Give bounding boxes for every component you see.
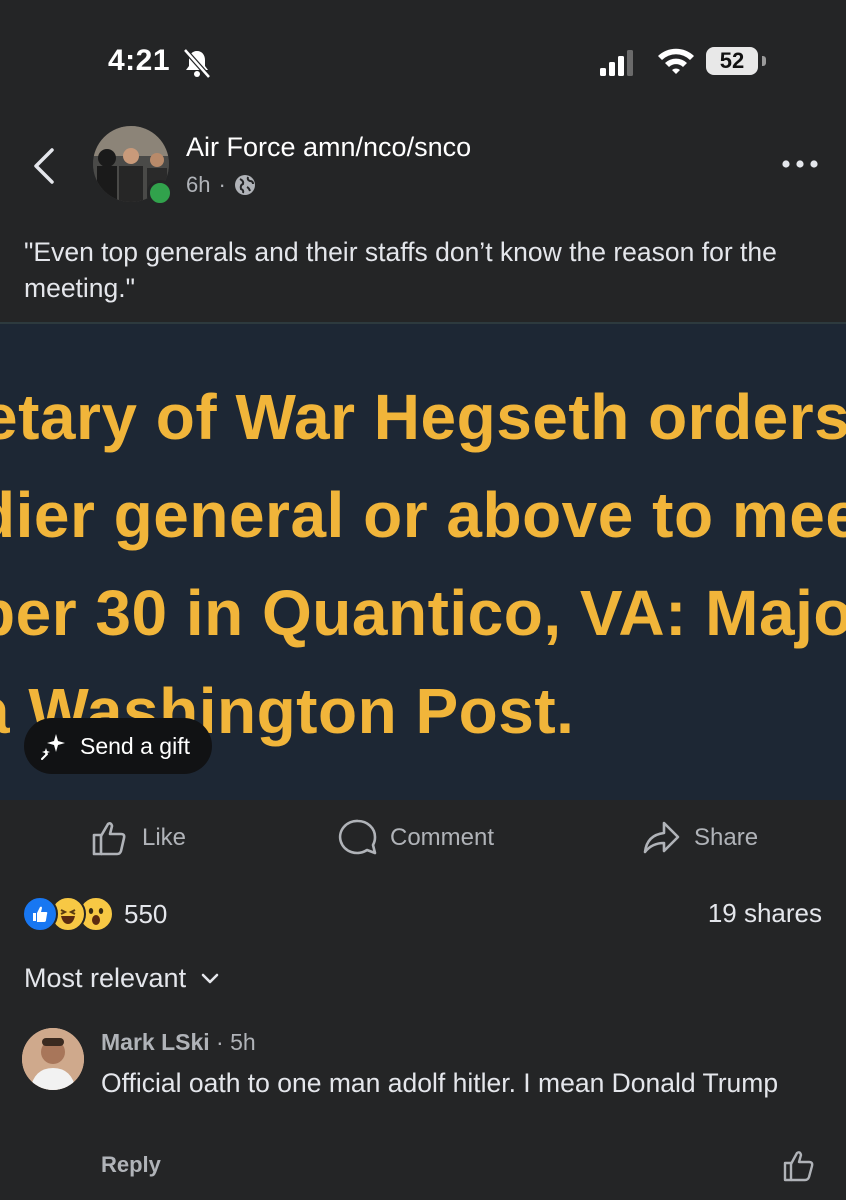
comment-age: 5h xyxy=(230,1029,256,1055)
comment-label: Comment xyxy=(390,824,495,851)
comment-header: Mark LSki · 5h xyxy=(101,1029,256,1056)
battery-tip xyxy=(762,56,766,66)
thumbs-up-icon xyxy=(92,822,126,856)
comment-text: Official oath to one man adolf hitler. I… xyxy=(101,1068,779,1098)
gift-sparkle-icon xyxy=(41,734,65,760)
comment-separator: · xyxy=(216,1029,224,1055)
status-time: 4:21 xyxy=(108,44,171,77)
facebook-post-screen: 4:21 52 Air Force amn/nco/snco 6h · "Eve… xyxy=(0,0,846,1200)
group-name[interactable]: Air Force amn/nco/snco xyxy=(186,132,471,163)
image-text-line: etary of War Hegseth orders al xyxy=(0,381,846,453)
like-button[interactable]: Like xyxy=(90,810,186,866)
more-options-icon[interactable] xyxy=(778,152,822,176)
reply-button[interactable]: Reply xyxy=(101,1152,161,1178)
sort-label: Most relevant xyxy=(24,963,187,993)
meta-separator: · xyxy=(218,172,226,197)
comment-button[interactable]: Comment xyxy=(338,810,494,866)
share-label: Share xyxy=(694,824,759,851)
share-count[interactable]: 19 shares xyxy=(708,898,822,929)
comment-author[interactable]: Mark LSki xyxy=(101,1029,210,1055)
back-chevron-icon[interactable] xyxy=(30,146,60,186)
post-action-bar: Like Comment Share xyxy=(0,810,846,866)
commenter-avatar[interactable] xyxy=(22,1028,84,1090)
comment-like-icon[interactable] xyxy=(782,1148,818,1184)
status-bar: 4:21 52 xyxy=(0,0,846,110)
send-gift-button[interactable]: Send a gift xyxy=(24,718,212,774)
share-button[interactable]: Share xyxy=(642,810,758,866)
post-age: 6h xyxy=(186,172,211,197)
like-label: Like xyxy=(142,824,187,851)
image-text-line: ber 30 in Quantico, VA: Major N xyxy=(0,577,846,649)
chevron-down-icon xyxy=(201,973,219,983)
cellular-signal-icon xyxy=(600,50,633,76)
reaction-count: 550 xyxy=(124,898,168,929)
share-arrow-icon xyxy=(643,821,680,854)
globe-icon xyxy=(234,175,255,195)
image-text-line: dier general or above to meet o xyxy=(0,479,846,551)
reaction-summary[interactable]: 550 xyxy=(22,896,167,932)
post-meta: 6h · xyxy=(186,172,256,198)
commenter-avatar-image xyxy=(22,1028,84,1090)
send-gift-label: Send a gift xyxy=(80,732,190,759)
comment-bubble-icon xyxy=(338,819,377,855)
comment-sort-dropdown[interactable]: Most relevant xyxy=(24,963,220,994)
online-status-dot xyxy=(147,180,173,206)
wifi-icon xyxy=(658,48,694,74)
bell-slash-icon xyxy=(183,48,211,79)
battery-icon: 52 xyxy=(706,47,758,75)
post-caption: "Even top generals and their staffs don’… xyxy=(24,237,777,303)
like-reaction-icon xyxy=(22,896,58,932)
